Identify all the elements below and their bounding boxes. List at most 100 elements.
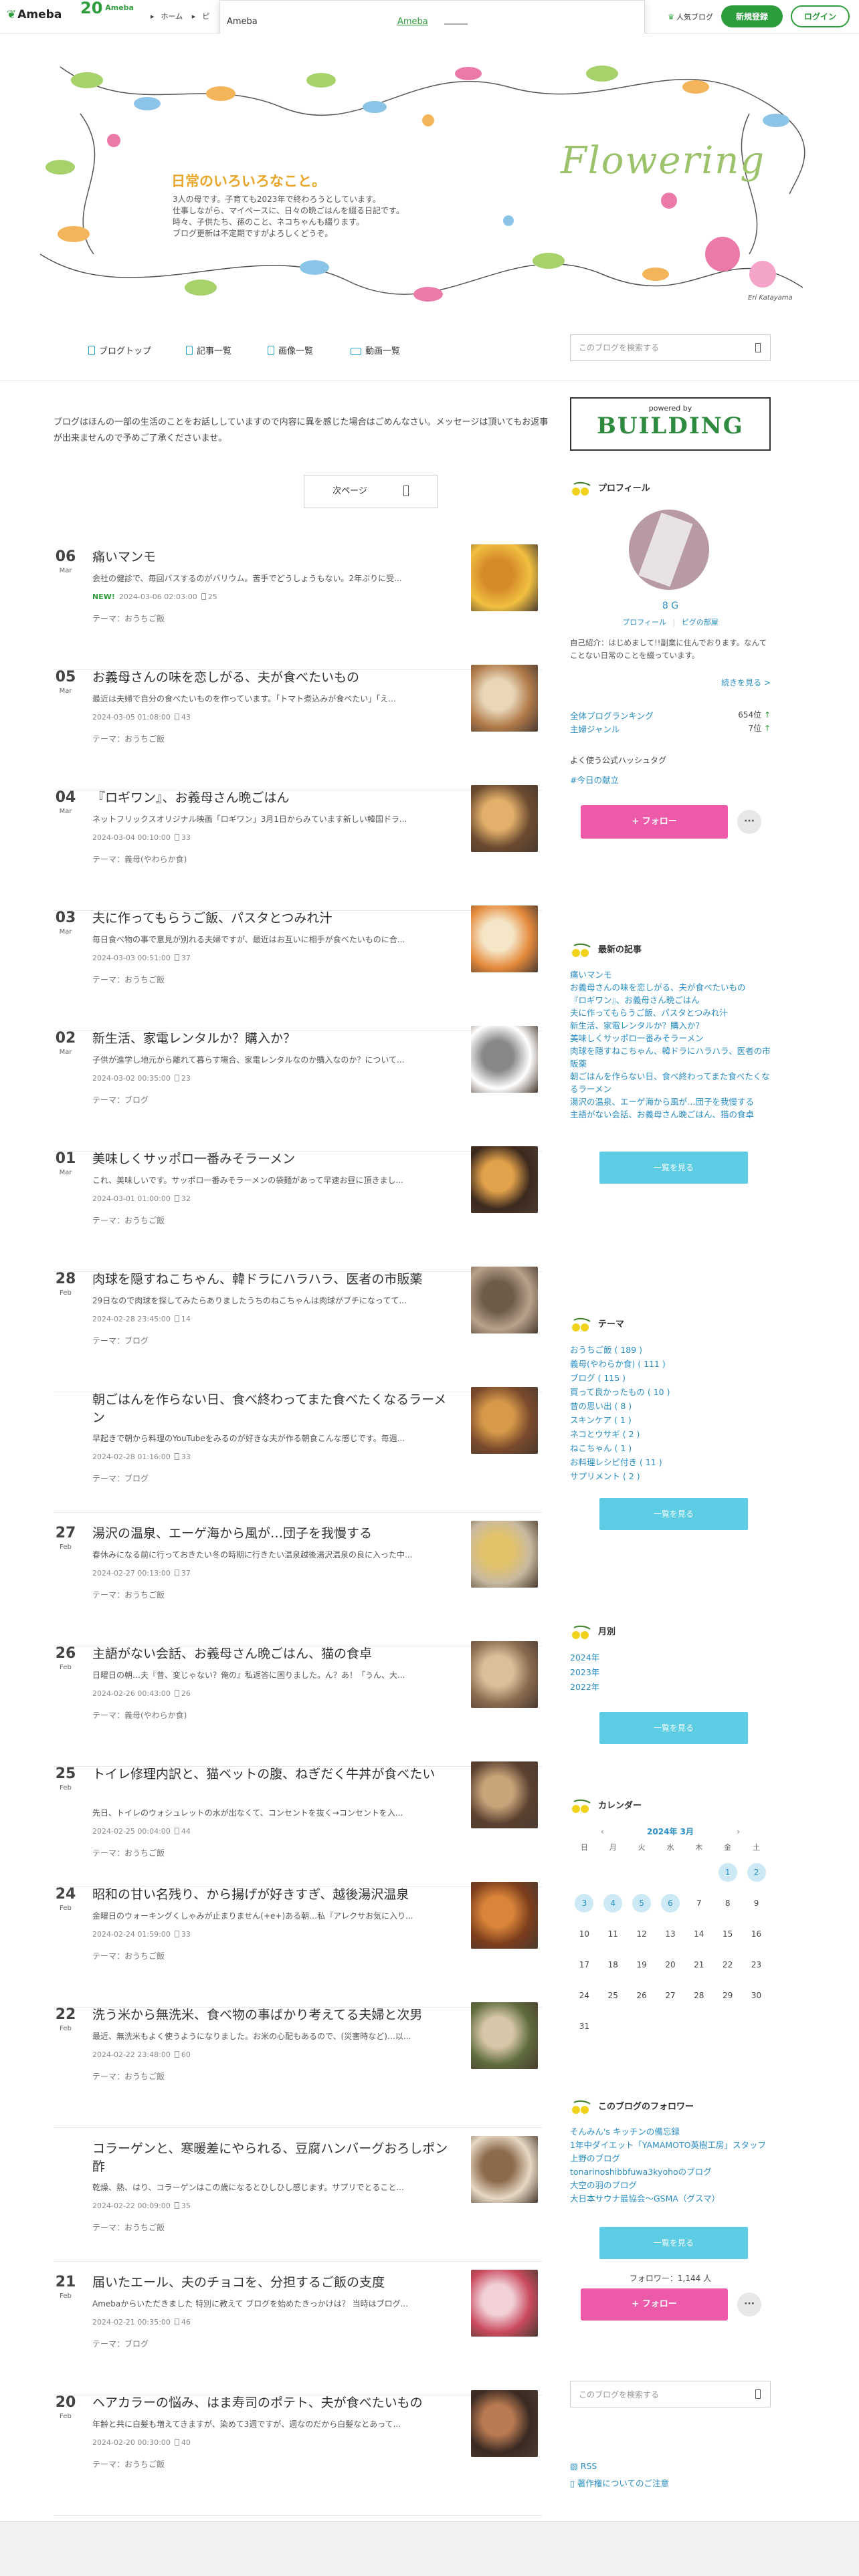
recent-more-button[interactable]: 一覧を見る: [599, 1152, 748, 1184]
follow-button-bottom[interactable]: + フォロー: [581, 2288, 728, 2321]
comment-icon[interactable]: [174, 714, 179, 720]
recent-article-link[interactable]: 痛いマンモ: [570, 968, 771, 981]
follower-link[interactable]: 1年中ダイエット「YAMAMOTO英樹工房」スタッフ 上野のブログ: [570, 2139, 771, 2165]
recent-article-link[interactable]: 美味しくサッポロ一番みそラーメン: [570, 1032, 771, 1045]
calendar-day[interactable]: 3: [570, 1888, 599, 1919]
entry-theme-link[interactable]: テーマ：おうちご飯: [92, 974, 165, 985]
blog-title[interactable]: 日常のいろいろなこと。: [171, 171, 326, 191]
entry-title[interactable]: トイレ修理内訳と、猫ベットの腹、ねぎだく牛丼が食べたい: [92, 1765, 454, 1784]
search-icon[interactable]: [755, 2389, 761, 2399]
entry-thumbnail[interactable]: [471, 905, 538, 972]
calendar-day[interactable]: 7: [684, 1888, 713, 1919]
followers-more-button[interactable]: 一覧を見る: [599, 2227, 748, 2259]
month-link[interactable]: 2022年: [570, 1680, 771, 1695]
anniversary-logo[interactable]: 20 Ameba: [80, 0, 134, 16]
ranking-genre-link[interactable]: 主婦ジャンル: [570, 724, 619, 734]
comment-icon[interactable]: [174, 2202, 179, 2209]
calendar-day[interactable]: 16: [742, 1919, 771, 1949]
calendar-day[interactable]: 8: [713, 1888, 742, 1919]
entry-title[interactable]: 夫に作ってもらうご飯、パスタとつみれ汁: [92, 909, 454, 928]
copyright-link[interactable]: ▯ 著作権についてのご注意: [570, 2476, 669, 2489]
entry-theme-link[interactable]: テーマ：ブログ: [92, 1335, 149, 1346]
entry-theme-link[interactable]: テーマ：おうちご飯: [92, 2222, 165, 2233]
calendar-day[interactable]: 29: [713, 1980, 742, 2011]
entry-thumbnail[interactable]: [471, 1641, 538, 1708]
calendar-day[interactable]: 30: [742, 1980, 771, 2011]
comment-icon[interactable]: [174, 1195, 179, 1202]
entry-theme-link[interactable]: テーマ：ブログ: [92, 1473, 149, 1484]
theme-link[interactable]: サプリメント ( 2 ): [570, 1469, 771, 1483]
theme-link[interactable]: お料理レシピ付き ( 11 ): [570, 1455, 771, 1469]
comment-icon[interactable]: [174, 1315, 179, 1322]
article-entry[interactable]: 06 Mar 痛いマンモ 会社の健診で、毎回バスするのがバリウム。苦手でどうしょうもな…: [54, 544, 542, 670]
follower-link[interactable]: 大空の羽のブログ: [570, 2179, 771, 2192]
calendar-day[interactable]: 24: [570, 1980, 599, 2011]
more-options-icon[interactable]: ···: [737, 810, 761, 834]
theme-link[interactable]: おうちご飯 ( 189 ): [570, 1343, 771, 1357]
blog-search-input[interactable]: このブログを検索する: [570, 334, 771, 361]
calendar-day[interactable]: 26: [628, 1980, 656, 2011]
entry-theme-link[interactable]: テーマ：義母(やわらか食): [92, 853, 187, 865]
calendar-day[interactable]: 5: [628, 1888, 656, 1919]
article-entry[interactable]: 朝ごはんを作らない日、食べ終わってまた食べたくなるラーメン 早起きで朝から料理のY…: [54, 1387, 542, 1513]
calendar-day[interactable]: 6: [656, 1888, 685, 1919]
calendar-day[interactable]: 4: [599, 1888, 628, 1919]
calendar-day[interactable]: 28: [684, 1980, 713, 2011]
article-entry[interactable]: 28 Feb 肉球を隠すねこちゃん、韓ドラにハラハラ、医者の市販薬 29日なので肉球を…: [54, 1267, 542, 1392]
article-entry[interactable]: 26 Feb 主語がない会話、お義母さん晩ごはん、猫の食卓 日曜日の朝…夫『昔、変じゃ…: [54, 1641, 542, 1767]
entry-thumbnail[interactable]: [471, 2390, 538, 2457]
theme-link[interactable]: 昔の思い出 ( 8 ): [570, 1399, 771, 1413]
entry-title[interactable]: 新生活、家電レンタルか？購入か？: [92, 1030, 454, 1048]
entry-title[interactable]: 美味しくサッポロ一番みそラーメン: [92, 1150, 454, 1168]
article-entry[interactable]: 25 Feb トイレ修理内訳と、猫ベットの腹、ねぎだく牛丼が食べたい 先日、トイレのウ…: [54, 1761, 542, 1887]
ameba-logo[interactable]: ❦ Ameba: [7, 8, 62, 21]
entry-thumbnail[interactable]: [471, 1146, 538, 1213]
breadcrumb-pig[interactable]: ピ: [202, 12, 209, 21]
calendar-day-link[interactable]: 2: [747, 1863, 766, 1882]
article-entry[interactable]: 02 Mar 新生活、家電レンタルか？購入か？ 子供が進学し地元から離れて暮らす場合、…: [54, 1026, 542, 1152]
comment-icon[interactable]: [174, 1453, 179, 1460]
popular-blog-link[interactable]: ♛ 人気ブログ: [668, 11, 713, 22]
sidebar-search-input[interactable]: このブログを検索する: [570, 2381, 771, 2407]
article-entry[interactable]: 04 Mar 『ロギワン』、お義母さん晩ごはん ネットフリックスオリジナル映画「ロギワ…: [54, 785, 542, 911]
more-options-icon[interactable]: ···: [737, 2292, 761, 2317]
article-entry[interactable]: 24 Feb 昭和の甘い名残り、から揚げが好きすぎ、越後湯沢温泉 金曜日のウォーキング…: [54, 1882, 542, 2008]
entry-theme-link[interactable]: テーマ：おうちご飯: [92, 1214, 165, 1226]
calendar-day[interactable]: 19: [628, 1949, 656, 1980]
entry-thumbnail[interactable]: [471, 1387, 538, 1454]
signup-button[interactable]: 新規登録: [721, 5, 783, 27]
calendar-day-link[interactable]: 1: [718, 1863, 737, 1882]
entry-title[interactable]: 朝ごはんを作らない日、食べ終わってまた食べたくなるラーメン: [92, 1391, 454, 1427]
calendar-day-link[interactable]: 6: [660, 1894, 680, 1913]
entry-theme-link[interactable]: テーマ：おうちご飯: [92, 2458, 165, 2470]
entry-title[interactable]: お義母さんの味を恋しがる、夫が食べたいもの: [92, 669, 454, 687]
entry-thumbnail[interactable]: [471, 785, 538, 852]
entry-theme-link[interactable]: テーマ：おうちご飯: [92, 1589, 165, 1600]
calendar-day[interactable]: 23: [742, 1949, 771, 1980]
calendar-day[interactable]: 9: [742, 1888, 771, 1919]
entry-theme-link[interactable]: テーマ：おうちご飯: [92, 1847, 165, 1858]
calendar-day[interactable]: 11: [599, 1919, 628, 1949]
recent-article-link[interactable]: お義母さんの味を恋しがる、夫が食べたいもの: [570, 981, 771, 994]
avatar[interactable]: [629, 510, 709, 590]
calendar-day[interactable]: 10: [570, 1919, 599, 1949]
entry-theme-link[interactable]: テーマ：おうちご飯: [92, 1950, 165, 1961]
calendar-day[interactable]: 15: [713, 1919, 742, 1949]
breadcrumb-home[interactable]: ホーム: [161, 12, 183, 21]
building-banner[interactable]: powered by BUILDING: [570, 397, 771, 451]
entry-title[interactable]: ヘアカラーの悩み、はま寿司のポテト、夫が食べたいもの: [92, 2394, 454, 2412]
entry-title[interactable]: 肉球を隠すねこちゃん、韓ドラにハラハラ、医者の市販薬: [92, 1271, 454, 1289]
comment-icon[interactable]: [174, 2319, 179, 2325]
nav-video-list[interactable]: 動画一覧: [351, 344, 400, 356]
article-entry[interactable]: 20 Feb ヘアカラーの悩み、はま寿司のポテト、夫が食べたいもの 年齢と共に白髪も増…: [54, 2390, 542, 2516]
hashtag-link[interactable]: #今日の献立: [570, 773, 619, 786]
calendar-day[interactable]: 14: [684, 1919, 713, 1949]
theme-link[interactable]: 義母(やわらか食) ( 111 ): [570, 1357, 771, 1371]
profile-name[interactable]: 8 G: [570, 601, 771, 611]
rss-link[interactable]: ▧ RSS: [570, 2461, 669, 2471]
calendar-day[interactable]: 22: [713, 1949, 742, 1980]
calendar-day-link[interactable]: 3: [575, 1894, 594, 1913]
pig-room-link[interactable]: ピグの部屋: [682, 618, 719, 627]
comment-icon[interactable]: [174, 2051, 179, 2058]
nav-article-list[interactable]: 記事一覧: [186, 344, 231, 356]
